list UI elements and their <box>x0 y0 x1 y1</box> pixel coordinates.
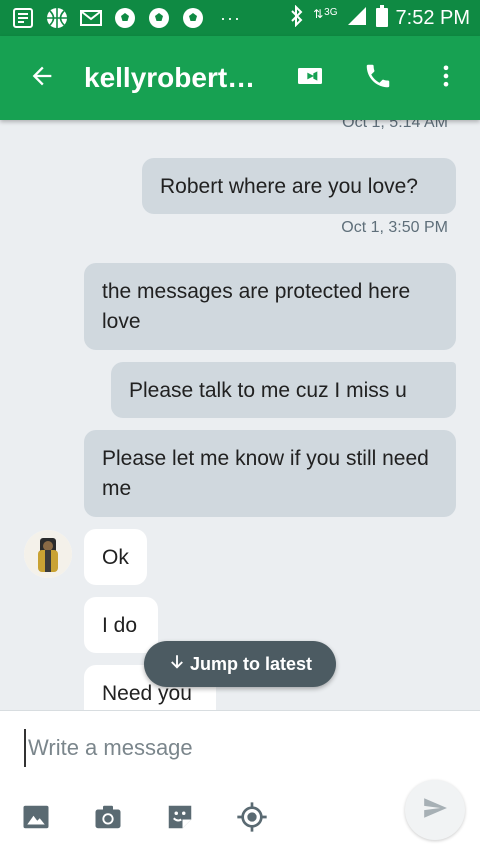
message-bubble[interactable]: Robert where are you love? <box>142 158 456 214</box>
message-timestamp: Oct 1, 3:50 PM <box>341 219 448 236</box>
message-bubble[interactable]: I do <box>84 597 158 653</box>
send-button[interactable] <box>405 780 465 840</box>
arrow-down-icon <box>168 653 186 676</box>
send-icon <box>422 795 448 826</box>
bluetooth-icon <box>289 4 305 32</box>
message-bubble[interactable]: the messages are protected here love <box>84 263 456 350</box>
camera-button[interactable] <box>72 797 144 841</box>
more-options-button[interactable] <box>412 36 480 120</box>
camera-icon <box>93 802 123 837</box>
message-list[interactable]: Oct 1, 5:14 AM Robert where are you love… <box>0 120 480 710</box>
jump-to-latest-label: Jump to latest <box>189 653 313 674</box>
compose-bar <box>0 710 480 854</box>
app-bar-actions <box>276 36 480 120</box>
soccer-ball-icon <box>146 5 172 31</box>
message-bubble[interactable]: Please talk to me cuz I miss u <box>111 362 456 418</box>
jump-to-latest-button[interactable]: Jump to latest <box>144 641 336 687</box>
more-vert-icon <box>432 62 460 95</box>
phone-call-button[interactable] <box>344 36 412 120</box>
status-bar: ··· ⇅ 3G 7:52 PM <box>0 0 480 36</box>
soccer-ball-icon <box>112 5 138 31</box>
system-icons: ⇅ 3G 7:52 PM <box>289 4 470 32</box>
notification-icons: ··· <box>10 5 247 31</box>
image-icon <box>21 802 51 837</box>
compose-tools <box>0 797 300 841</box>
phone-icon <box>363 61 393 96</box>
sticker-button[interactable] <box>144 797 216 841</box>
conversation-title[interactable]: kellyrobert… <box>84 62 274 94</box>
soccer-ball-icon <box>180 5 206 31</box>
message-timestamp: Oct 1, 5:14 AM <box>342 120 448 131</box>
gmail-icon <box>78 5 104 31</box>
back-button[interactable] <box>0 36 84 120</box>
message-text: Robert where are you love? <box>160 175 418 198</box>
message-text: Please let me know if you still need me <box>102 447 429 500</box>
sticker-icon <box>165 802 195 837</box>
attach-image-button[interactable] <box>0 797 72 841</box>
clock: 7:52 PM <box>395 6 470 29</box>
message-text: I do <box>102 614 138 637</box>
message-text: the messages are protected here love <box>102 280 411 333</box>
avatar[interactable] <box>24 530 72 578</box>
message-text: Please talk to me cuz I miss u <box>129 379 407 402</box>
more-notifications: ··· <box>220 7 241 28</box>
network-type: ⇅ 3G <box>313 7 338 21</box>
location-icon <box>236 801 268 838</box>
message-input[interactable] <box>24 729 444 767</box>
basketball-icon <box>44 5 70 31</box>
signal-icon <box>346 5 368 32</box>
battery-icon <box>375 4 388 32</box>
back-arrow-icon <box>28 62 56 95</box>
news-icon <box>10 5 36 31</box>
message-bubble[interactable]: Please let me know if you still need me <box>84 430 456 517</box>
video-call-button[interactable] <box>276 36 344 120</box>
share-location-button[interactable] <box>216 797 288 841</box>
app-bar: kellyrobert… <box>0 36 480 120</box>
message-text: Ok <box>102 546 129 569</box>
message-bubble[interactable]: Ok <box>84 529 147 585</box>
video-call-icon <box>294 60 326 97</box>
